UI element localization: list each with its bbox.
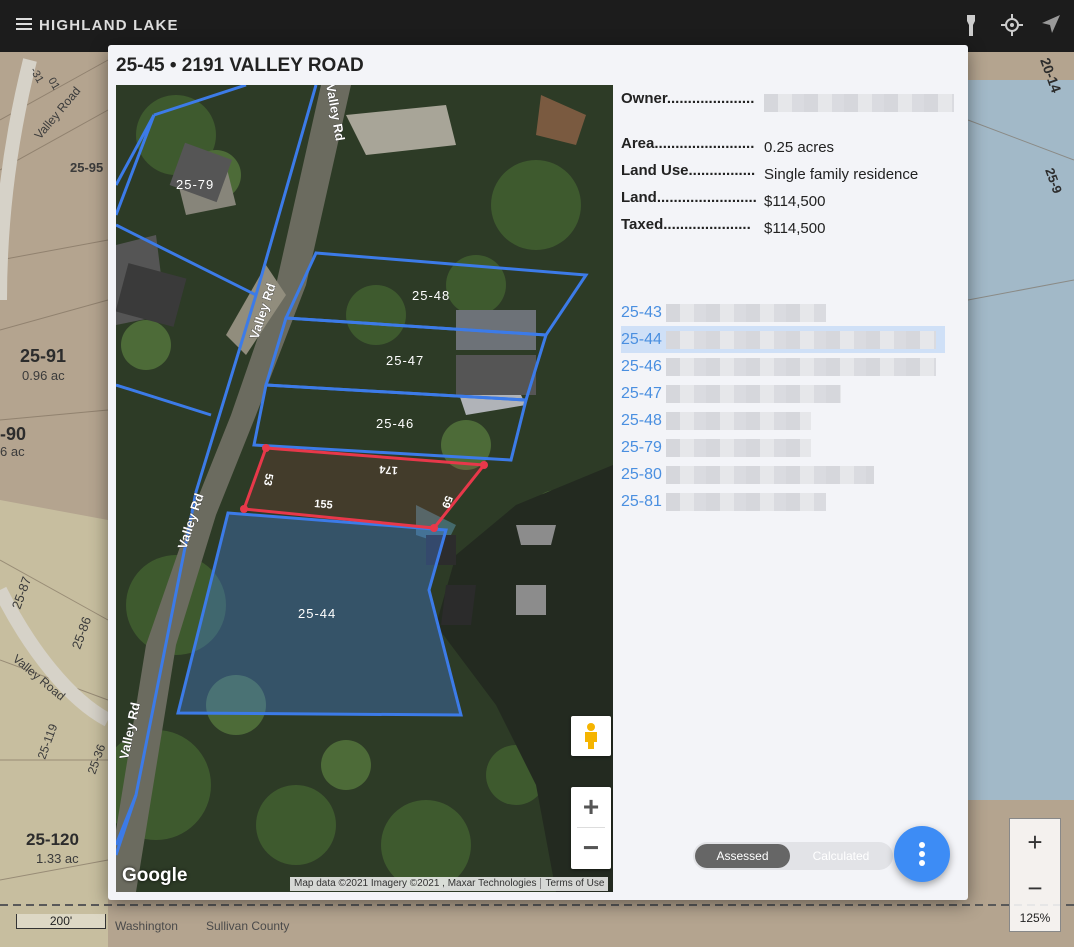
land-use-row: Land Use................ Single family re… [621, 162, 918, 183]
parcel-dialog: 25-45 • 2191 VALLEY ROAD Valley Rd Valle… [108, 45, 968, 900]
calculated-toggle-option[interactable]: Calculated [793, 844, 889, 868]
dialog-title: 25-45 • 2191 VALLEY ROAD [116, 55, 364, 76]
parcel-link-25-48[interactable]: 25-48 [621, 407, 945, 434]
area-label: Area........................ [621, 135, 755, 152]
owner-row: Owner..................... [621, 90, 954, 113]
taxed-value: $114,500 [764, 220, 826, 237]
map-zoom-out-button[interactable]: − [1010, 865, 1060, 911]
satellite-zoom-control: + − [571, 787, 611, 869]
parcel-link-25-47[interactable]: 25-47 [621, 380, 945, 407]
assessed-toggle-option[interactable]: Assessed [695, 844, 790, 868]
owner-redacted [665, 384, 841, 403]
owner-value-redacted [764, 94, 954, 113]
map-attribution: Map data ©2021 Imagery ©2021 , Maxar Tec… [290, 877, 609, 891]
pegman-icon [585, 723, 597, 749]
owner-label: Owner..................... [621, 90, 755, 107]
parcel-link-25-44[interactable]: 25-44 [621, 326, 945, 353]
parcel-link-id: 25-46 [621, 358, 662, 375]
dimension-label: 53 [261, 472, 275, 486]
land-value: $114,500 [764, 193, 826, 210]
app-title: HIGHLAND LAKE [39, 17, 179, 34]
google-logo: Google [122, 865, 188, 886]
parcel-label: 25-44 [298, 606, 336, 621]
owner-redacted [665, 438, 811, 457]
parcel-link-25-46[interactable]: 25-46 [621, 353, 945, 380]
terms-of-use-link[interactable]: Terms of Use [540, 878, 609, 889]
owner-redacted [665, 492, 826, 511]
more-options-button[interactable] [894, 826, 950, 882]
map-zoom-level: 125% [1019, 911, 1051, 925]
parcel-label: 25-47 [386, 353, 424, 368]
parcel-label: 25-79 [176, 177, 214, 192]
parcel-link-id: 25-48 [621, 412, 662, 429]
satellite-zoom-out-button[interactable]: − [571, 828, 611, 868]
parcel-link-25-79[interactable]: 25-79 [621, 434, 945, 461]
parcel-label: 25-48 [412, 288, 450, 303]
locate-icon[interactable] [1001, 14, 1023, 36]
area-row: Area........................ 0.25 acres [621, 135, 834, 156]
menu-icon[interactable] [16, 17, 32, 31]
parcel-link-id: 25-81 [621, 493, 662, 510]
scale-bar: 200' [16, 914, 106, 929]
value-mode-toggle: Assessed Calculated [693, 842, 893, 870]
parcel-label: 25-46 [376, 416, 414, 431]
more-vertical-icon [919, 842, 925, 866]
area-value: 0.25 acres [764, 139, 835, 156]
map-zoom-control: + − 125% [1009, 818, 1061, 932]
parcel-link-id: 25-43 [621, 304, 662, 321]
parcel-link-id: 25-80 [621, 466, 662, 483]
parcel-link-id: 25-44 [621, 331, 662, 348]
owner-redacted [665, 411, 811, 430]
parcel-link-id: 25-47 [621, 385, 662, 402]
taxed-row: Taxed..................... $114,500 [621, 216, 825, 237]
satellite-zoom-in-button[interactable]: + [571, 787, 611, 827]
map-data-attribution: Map data ©2021 Imagery ©2021 , Maxar Tec… [294, 878, 537, 889]
parcel-link-25-81[interactable]: 25-81 [621, 488, 945, 515]
dimension-label: 155 [314, 498, 333, 512]
navigation-arrow-icon[interactable] [1041, 14, 1061, 34]
street-view-pegman-button[interactable] [571, 716, 611, 756]
parcel-link-id: 25-79 [621, 439, 662, 456]
satellite-map[interactable]: Valley Rd Valley Rd Valley Rd Valley Rd … [116, 85, 613, 892]
land-label: Land........................ [621, 189, 757, 206]
taxed-label: Taxed..................... [621, 216, 751, 233]
parcel-link-25-43[interactable]: 25-43 [621, 299, 945, 326]
owner-redacted [665, 357, 936, 376]
land-row: Land........................ $114,500 [621, 189, 825, 210]
owner-redacted [665, 465, 874, 484]
owner-redacted [665, 330, 936, 349]
land-use-label: Land Use................ [621, 162, 756, 179]
parcel-link-25-80[interactable]: 25-80 [621, 461, 945, 488]
dimension-label: 174 [378, 463, 398, 476]
owner-redacted [665, 303, 826, 322]
flashlight-icon[interactable] [963, 14, 979, 38]
land-use-value: Single family residence [764, 166, 919, 183]
map-zoom-in-button[interactable]: + [1010, 819, 1060, 865]
